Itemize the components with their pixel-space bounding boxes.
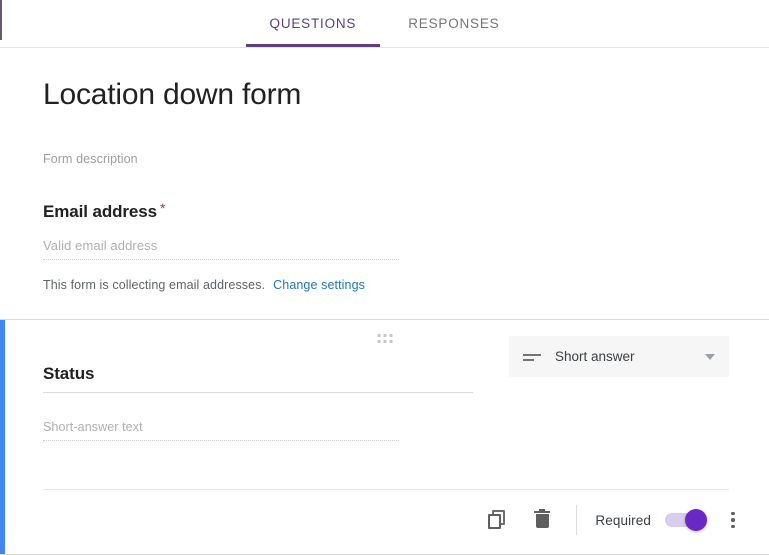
email-question-block: Email address * Valid email address This … — [43, 166, 729, 292]
email-label-text: Email address — [43, 202, 157, 221]
change-settings-link[interactable]: Change settings — [273, 278, 365, 292]
question-left-column: Status Short-answer text — [43, 364, 483, 441]
form-tabbar: QUESTIONS RESPONSES — [0, 0, 769, 48]
question-toolbar: Required — [476, 494, 751, 546]
kebab-menu-icon[interactable] — [715, 498, 751, 542]
form-title[interactable]: Location down form — [43, 76, 729, 114]
tab-responses[interactable]: RESPONSES — [382, 0, 525, 47]
email-collection-note-text: This form is collecting email addresses. — [43, 278, 266, 292]
tab-list: QUESTIONS RESPONSES — [244, 0, 526, 47]
required-toggle[interactable] — [665, 509, 707, 531]
answer-type-select[interactable]: Short answer — [509, 336, 729, 377]
question-title-input[interactable]: Status — [43, 364, 473, 393]
required-asterisk: * — [159, 200, 166, 216]
question-card-status[interactable]: Status Short-answer text Short answer Re… — [0, 319, 769, 555]
email-address-input[interactable]: Valid email address — [43, 238, 399, 260]
delete-question-button[interactable] — [520, 498, 564, 542]
required-label: Required — [595, 512, 651, 528]
trash-icon — [533, 509, 551, 530]
short-answer-icon — [523, 351, 541, 363]
drag-dots-icon[interactable] — [377, 334, 392, 343]
email-collection-note: This form is collecting email addresses.… — [43, 278, 729, 292]
duplicate-question-button[interactable] — [476, 498, 520, 542]
question-answer-preview: Short-answer text — [43, 420, 399, 441]
toolbar-divider — [576, 505, 578, 535]
email-question-label: Email address * — [43, 200, 166, 222]
form-header-card: Location down form Form description Emai… — [0, 48, 769, 319]
form-description-input[interactable]: Form description — [43, 152, 729, 166]
selected-card-accent-bar — [0, 320, 5, 554]
question-toolbar-divider — [43, 489, 729, 490]
answer-type-value: Short answer — [555, 349, 635, 364]
toggle-knob — [685, 509, 707, 531]
chevron-down-icon — [705, 353, 715, 360]
tab-questions[interactable]: QUESTIONS — [244, 0, 383, 47]
tabbar-left-edge-accent — [0, 0, 2, 40]
copy-icon — [488, 510, 508, 530]
